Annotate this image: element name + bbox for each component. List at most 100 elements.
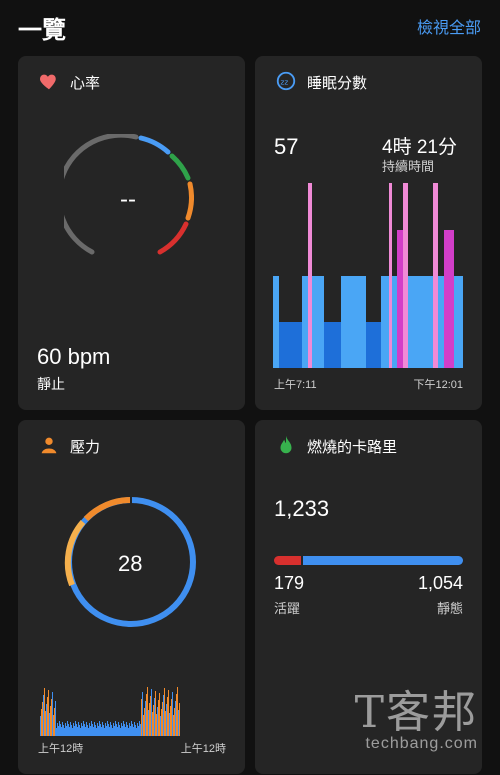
stress-history-bar — [85, 727, 86, 736]
stress-history-bar — [79, 725, 80, 736]
stress-history-bar — [132, 724, 133, 736]
stress-history-bar — [96, 728, 97, 736]
stress-history-bar — [161, 709, 162, 736]
sleep-stage-chart — [273, 183, 463, 368]
sleep-start-time: 上午7:11 — [274, 379, 317, 391]
stress-history-chart — [40, 687, 180, 736]
stress-history-bar — [122, 726, 123, 736]
stress-history-bar — [118, 722, 119, 736]
watermark-cn: T客邦 — [354, 687, 478, 738]
stress-history-bar — [42, 702, 43, 736]
stress-history-bar — [140, 724, 141, 736]
stress-card[interactable]: 壓力 28 上午12時 上午12時 — [18, 420, 245, 774]
stress-history-bar — [134, 722, 135, 736]
stress-history-bar — [97, 723, 98, 736]
sleep-end-time: 下午12:01 — [413, 379, 463, 391]
stress-history-bar — [75, 721, 76, 736]
stress-history-bar — [119, 725, 120, 736]
stress-history-bar — [111, 725, 112, 736]
stress-history-bar — [80, 728, 81, 736]
calories-resting-value: 1,054 — [417, 573, 463, 593]
stress-history-bar — [127, 725, 128, 736]
stress-history-bar — [113, 723, 114, 736]
stress-history-bar — [52, 692, 53, 736]
stress-history-bar — [178, 710, 179, 736]
stress-history-bar — [110, 722, 111, 736]
stress-history-bar — [156, 714, 157, 736]
stress-history-bar — [121, 723, 122, 736]
stress-history-bar — [45, 711, 46, 736]
sleep-score-card[interactable]: zz 睡眠分數 57 4時 21分 持續時間 上午7:11 下午12:01 — [255, 56, 482, 410]
stress-history-bar — [146, 694, 147, 736]
sleep-duration-label: 持續時間 — [382, 159, 435, 174]
stress-history-bar — [171, 699, 172, 736]
stress-history-bar — [172, 692, 173, 736]
calories-resting-label: 靜態 — [436, 601, 463, 616]
stress-history-bar — [123, 721, 124, 736]
stress-history-bar — [63, 725, 64, 736]
stress-history-bar — [173, 715, 174, 736]
stress-history-bar — [72, 728, 73, 736]
stress-history-bar — [158, 700, 159, 736]
stress-history-bar — [40, 716, 41, 736]
stress-history-bar — [48, 690, 49, 736]
stress-history-bar — [147, 687, 148, 736]
stress-history-bar — [154, 698, 155, 736]
heart-rate-card[interactable]: 心率 -- 60 bpm 靜止 — [18, 56, 245, 410]
stress-history-bar — [93, 727, 94, 736]
stress-history-bar — [148, 710, 149, 736]
stress-history-bar — [176, 694, 177, 736]
stress-history-bar — [109, 727, 110, 736]
stress-history-bar — [160, 716, 161, 736]
stress-history-bar — [159, 693, 160, 736]
calories-active-value: 179 — [274, 573, 305, 593]
stress-history-bar — [82, 726, 83, 736]
stress-history-bar — [69, 727, 70, 736]
stress-history-bar — [99, 721, 100, 736]
stress-icon — [41, 437, 57, 454]
stress-history-bar — [143, 715, 144, 736]
stress-history-bar — [87, 725, 88, 736]
stress-history-bar — [169, 713, 170, 736]
stress-history-bar — [103, 725, 104, 736]
stress-history-bar — [90, 726, 91, 736]
stress-history-bar — [129, 723, 130, 736]
stress-history-bar — [56, 728, 57, 736]
stress-history-bar — [163, 695, 164, 736]
stress-history-bar — [58, 726, 59, 736]
stress-history-bar — [166, 704, 167, 736]
stress-history-bar — [137, 723, 138, 736]
stress-history-bar — [155, 691, 156, 736]
stress-history-bar — [170, 706, 171, 736]
calories-total: 1,233 — [274, 496, 330, 521]
stress-history-bar — [106, 726, 107, 736]
stress-history-bar — [71, 725, 72, 736]
stress-history-bar — [53, 715, 54, 736]
stress-history-bar — [84, 724, 85, 736]
stress-history-bar — [108, 724, 109, 736]
heart-rate-value: 60 bpm — [37, 344, 111, 369]
stress-history-bar — [95, 725, 96, 736]
calories-active-bar — [274, 556, 301, 565]
stress-history-bar — [139, 721, 140, 736]
stress-history-bar — [76, 724, 77, 736]
stress-history-bar — [94, 722, 95, 736]
stress-history-bar — [151, 689, 152, 736]
stress-history-bar — [157, 707, 158, 736]
stress-history-bar — [83, 721, 84, 736]
stress-history-bar — [57, 723, 58, 736]
stress-history-bar — [89, 723, 90, 736]
stress-history-bar — [41, 709, 42, 736]
view-all-link[interactable]: 檢視全部 — [417, 14, 481, 38]
stress-history-bar — [101, 727, 102, 736]
stress-history-bar — [112, 728, 113, 736]
stress-title: 壓力 — [70, 439, 101, 456]
stress-history-bar — [130, 726, 131, 736]
stress-history-bar — [44, 688, 45, 736]
stress-end-time: 上午12時 — [180, 743, 226, 755]
stress-history-bar — [102, 722, 103, 736]
heart-rate-status: 靜止 — [37, 376, 65, 392]
stress-history-bar — [162, 702, 163, 736]
stress-history-bar — [142, 692, 143, 736]
calories-active-label: 活躍 — [274, 601, 301, 616]
